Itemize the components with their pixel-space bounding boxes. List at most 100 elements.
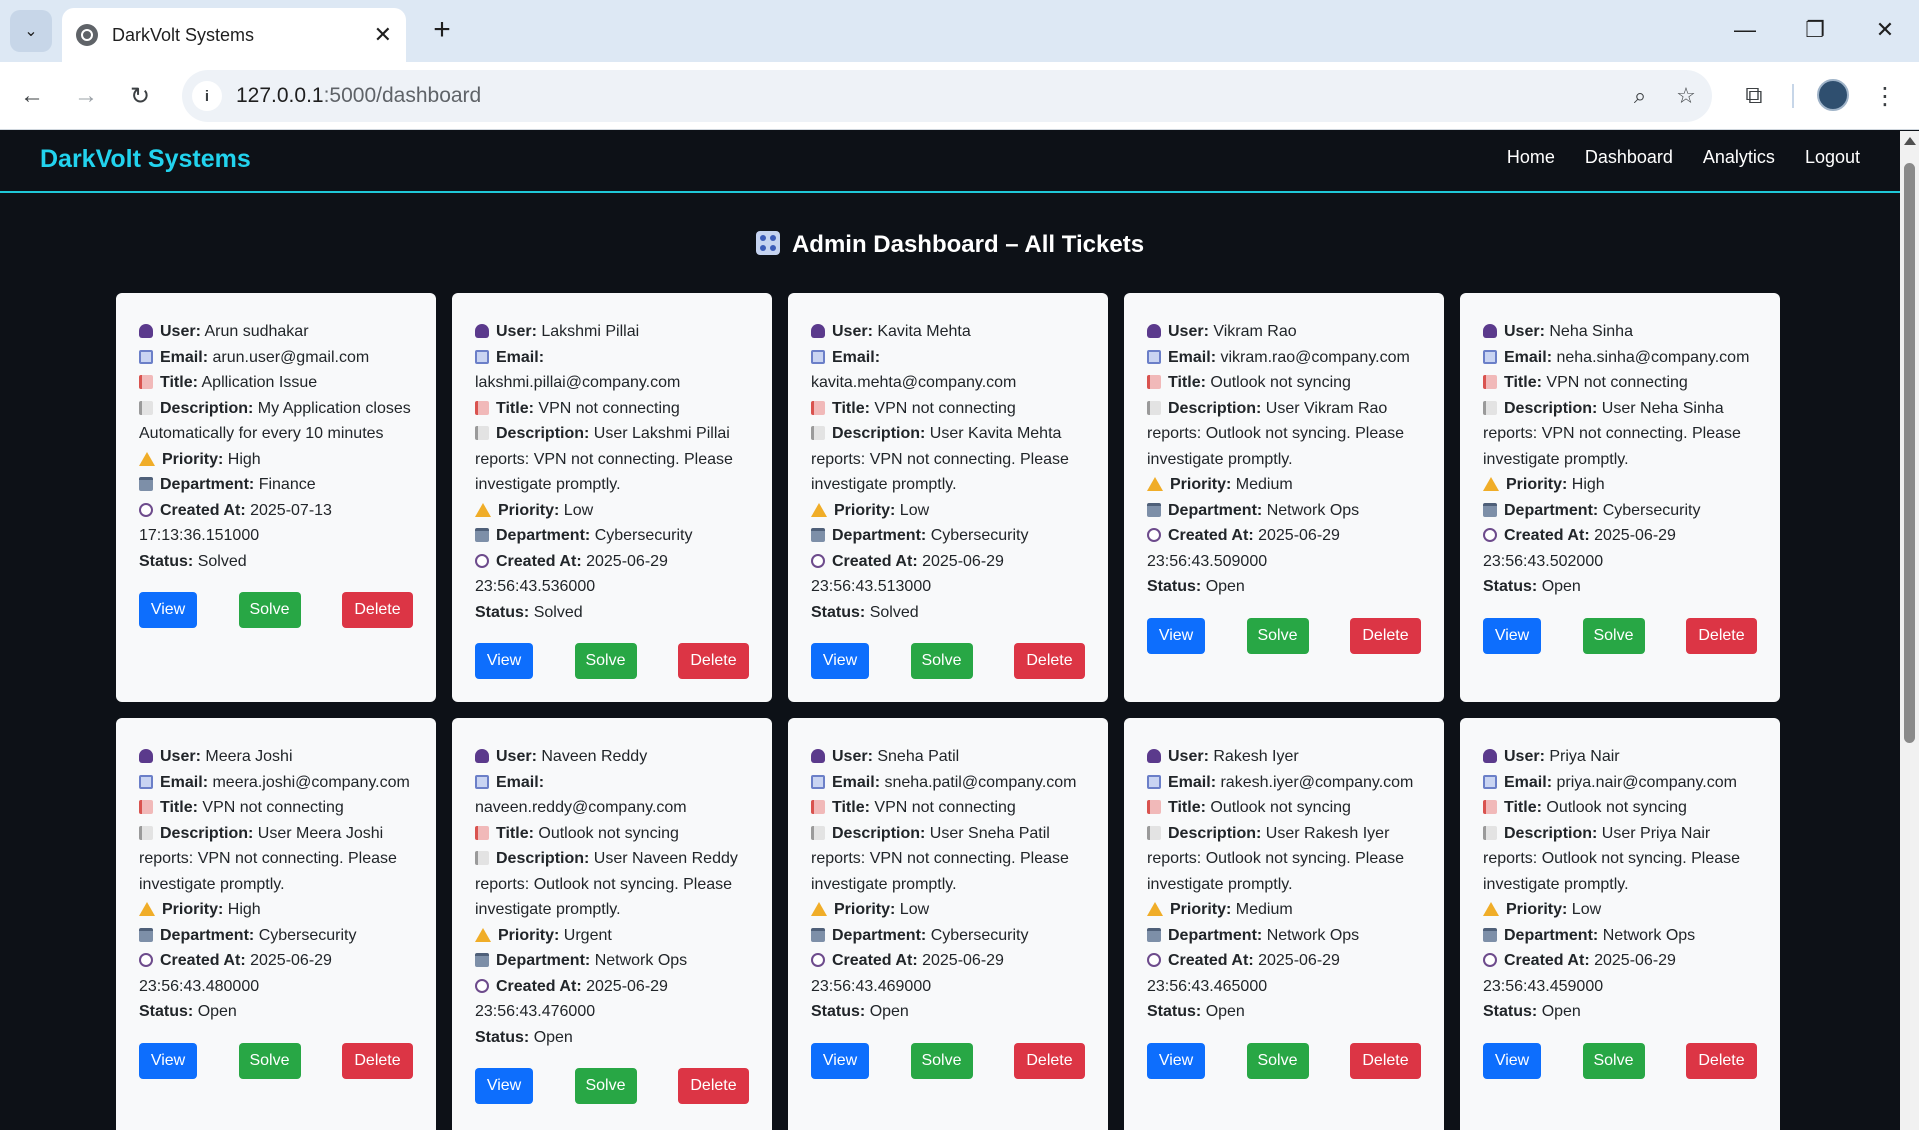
delete-button[interactable]: Delete [1686, 1042, 1757, 1079]
scrollbar-thumb[interactable] [1904, 163, 1915, 743]
ticket-title: Title: Outlook not syncing [475, 821, 749, 847]
ticket-user: User: Meera Joshi [139, 744, 413, 770]
ticket-status: Status: Open [1483, 578, 1581, 595]
reload-button[interactable]: ↻ [122, 78, 158, 114]
extensions-icon[interactable]: ⧉ [1734, 76, 1774, 116]
nav-logout[interactable]: Logout [1805, 147, 1860, 168]
solve-button[interactable]: Solve [1582, 1042, 1645, 1079]
site-info-icon[interactable]: i [192, 81, 222, 111]
email-icon [1483, 774, 1497, 789]
close-window-button[interactable]: ✕ [1860, 10, 1910, 50]
restore-button[interactable]: ❐ [1790, 10, 1840, 50]
document-icon [811, 825, 825, 840]
ticket-email: Email: neha.sinha@company.com [1483, 345, 1757, 371]
bookmark-star-icon[interactable]: ☆ [1666, 76, 1706, 116]
stopwatch-icon [1483, 528, 1497, 542]
view-button[interactable]: View [475, 643, 533, 679]
solve-button[interactable]: Solve [1246, 617, 1309, 654]
forward-button[interactable]: → [68, 78, 104, 114]
ticket-card: User: Arun sudhakar Email: arun.user@gma… [116, 293, 436, 702]
view-button[interactable]: View [139, 1042, 197, 1079]
ticket-department: Department: Network Ops [1147, 498, 1421, 524]
view-button[interactable]: View [1147, 1042, 1205, 1079]
close-tab-icon[interactable]: ✕ [374, 22, 392, 48]
building-icon [811, 927, 825, 942]
delete-button[interactable]: Delete [342, 592, 413, 628]
user-icon [1147, 749, 1161, 763]
ticket-status: Status: Open [1147, 1003, 1245, 1020]
zoom-icon[interactable]: ⌕ [1620, 76, 1660, 116]
view-button[interactable]: View [1147, 617, 1205, 654]
user-icon [811, 324, 825, 338]
ticket-title: Title: Outlook not syncing [1483, 795, 1757, 821]
solve-button[interactable]: Solve [1582, 617, 1645, 654]
view-button[interactable]: View [1483, 1042, 1541, 1079]
warning-icon [139, 451, 155, 466]
solve-button[interactable]: Solve [910, 1042, 973, 1079]
building-icon [1147, 927, 1161, 942]
user-icon [1483, 324, 1497, 338]
nav-analytics[interactable]: Analytics [1703, 147, 1775, 168]
ticket-status: Status: Solved [139, 552, 247, 570]
delete-button[interactable]: Delete [1014, 1042, 1085, 1079]
ticket-created-at: Created At: 2025-06-29 23:56:43.513000 [811, 552, 1004, 595]
ticket-title: Title: VPN not connecting [1483, 370, 1757, 396]
ticket-user: User: Neha Sinha [1483, 319, 1757, 345]
document-icon [139, 825, 153, 840]
delete-button[interactable]: Delete [678, 643, 749, 679]
view-button[interactable]: View [1483, 617, 1541, 654]
delete-button[interactable]: Delete [1350, 1042, 1421, 1079]
ticket-email: Email: meera.joshi@company.com [139, 770, 413, 796]
ticket-department: Department: Cybersecurity [139, 923, 413, 949]
nav-dashboard[interactable]: Dashboard [1585, 147, 1673, 168]
memo-icon [1483, 800, 1497, 814]
memo-icon [475, 400, 489, 415]
ticket-priority: Priority: Urgent [475, 923, 749, 949]
scroll-up-arrow-icon[interactable] [1904, 137, 1916, 145]
solve-button[interactable]: Solve [238, 1042, 301, 1079]
view-button[interactable]: View [139, 592, 197, 628]
solve-button[interactable]: Solve [574, 1068, 637, 1104]
delete-button[interactable]: Delete [1014, 643, 1085, 679]
building-icon [811, 528, 825, 542]
view-button[interactable]: View [811, 1042, 869, 1079]
address-bar[interactable]: i 127.0.0.1:5000/dashboard ⌕ ☆ [182, 70, 1712, 122]
more-menu-icon[interactable]: ⋮ [1870, 76, 1900, 116]
ticket-actions: View Solve Delete [1147, 617, 1421, 654]
browser-tab[interactable]: DarkVolt Systems ✕ [62, 8, 406, 62]
ticket-email: Email: vikram.rao@company.com [1147, 345, 1421, 371]
stopwatch-icon [475, 553, 489, 568]
document-icon [1483, 825, 1497, 840]
delete-button[interactable]: Delete [1686, 617, 1757, 654]
minimize-button[interactable]: — [1720, 10, 1770, 50]
email-icon [1147, 774, 1161, 789]
ticket-created-at: Created At: 2025-06-29 23:56:43.502000 [1483, 527, 1676, 570]
nav-home[interactable]: Home [1507, 147, 1555, 168]
view-button[interactable]: View [475, 1068, 533, 1104]
solve-button[interactable]: Solve [574, 643, 637, 679]
ticket-created-at: Created At: 2025-06-29 23:56:43.469000 [811, 952, 1004, 995]
delete-button[interactable]: Delete [342, 1042, 413, 1079]
ticket-title: Title: Outlook not syncing [1147, 795, 1421, 821]
view-button[interactable]: View [811, 643, 869, 679]
delete-button[interactable]: Delete [1350, 617, 1421, 654]
ticket-description: Description: User Neha Sinha reports: VP… [1483, 399, 1741, 468]
stopwatch-icon [1483, 953, 1497, 967]
solve-button[interactable]: Solve [1246, 1042, 1309, 1079]
new-tab-button[interactable]: + [424, 12, 460, 48]
brand-logo[interactable]: DarkVolt Systems [40, 145, 251, 174]
url-text[interactable]: 127.0.0.1:5000/dashboard [236, 84, 1620, 108]
delete-button[interactable]: Delete [678, 1068, 749, 1104]
document-icon [1483, 400, 1497, 415]
ticket-description: Description: User Vikram Rao reports: Ou… [1147, 399, 1405, 468]
memo-icon [811, 800, 825, 814]
back-button[interactable]: ← [14, 78, 50, 114]
solve-button[interactable]: Solve [238, 592, 301, 628]
profile-avatar[interactable] [1817, 79, 1849, 111]
scrollbar[interactable] [1900, 131, 1919, 1130]
solve-button[interactable]: Solve [910, 643, 973, 679]
tab-search-button[interactable]: ⌄ [10, 10, 52, 52]
browser-tab-bar: ⌄ DarkVolt Systems ✕ + — ❐ ✕ [0, 0, 1919, 62]
user-icon [475, 749, 489, 763]
email-icon [475, 349, 489, 364]
